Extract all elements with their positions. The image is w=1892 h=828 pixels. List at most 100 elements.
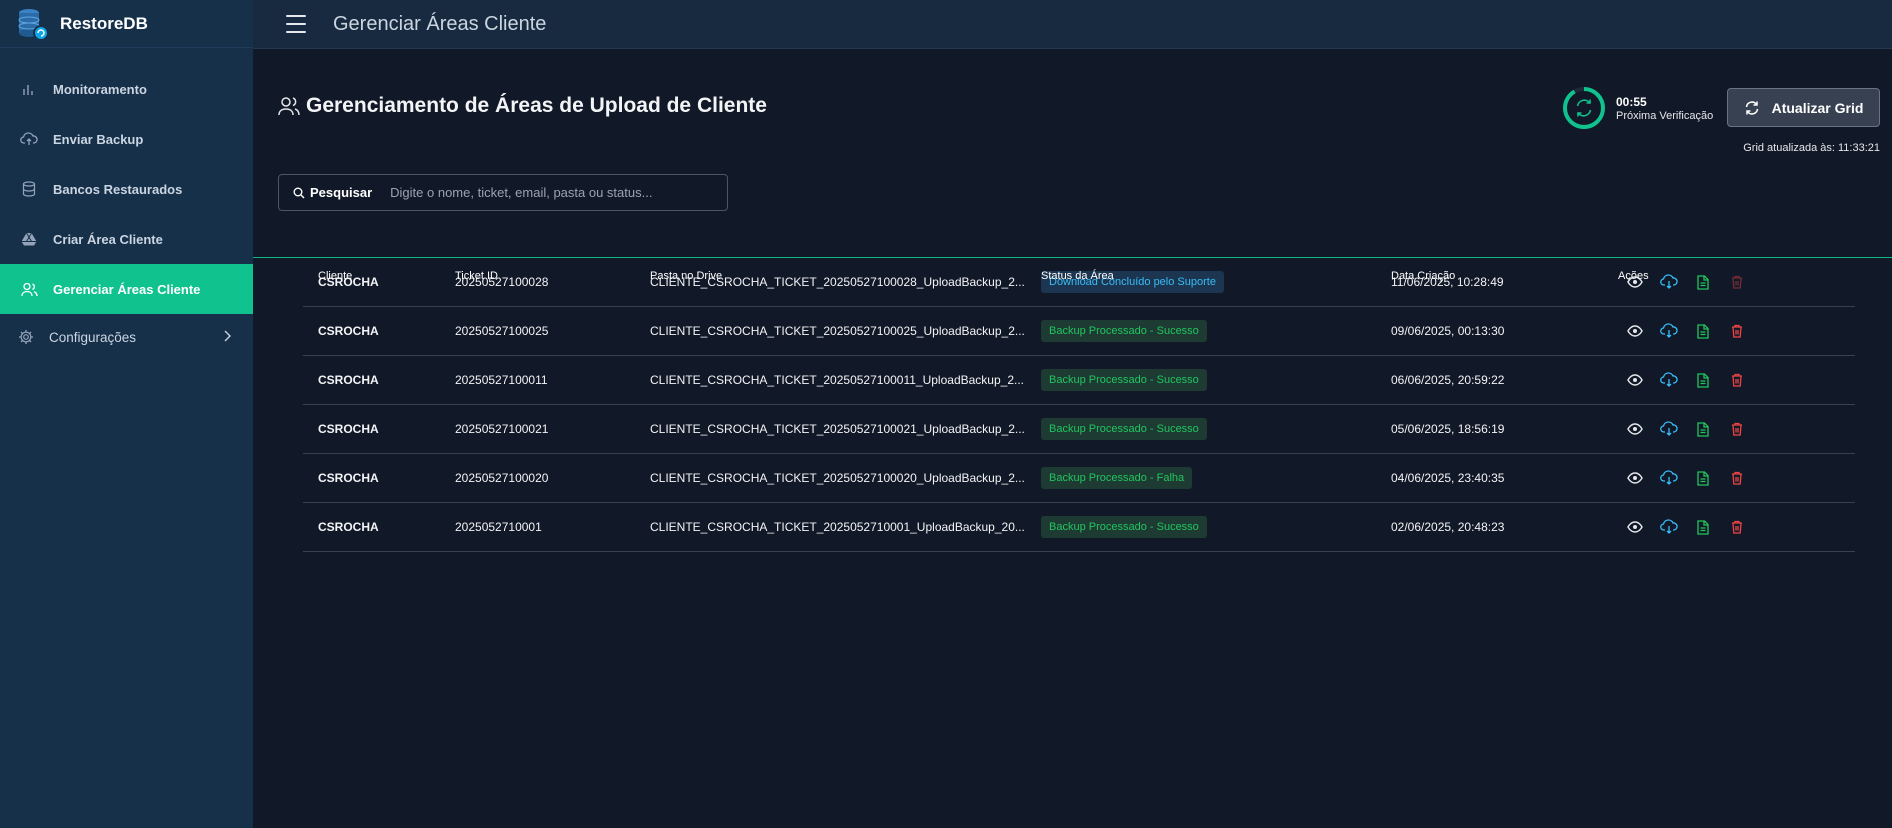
cloud-download-icon[interactable]: [1659, 517, 1679, 537]
file-log-icon[interactable]: [1693, 370, 1713, 390]
view-icon[interactable]: [1625, 419, 1645, 439]
cell-client: CSROCHA: [318, 471, 379, 485]
search-input[interactable]: [390, 185, 727, 200]
brand[interactable]: RestoreDB: [0, 0, 253, 48]
cell-folder: CLIENTE_CSROCHA_TICKET_20250527100028_Up…: [650, 275, 1025, 289]
users-icon: [278, 96, 300, 116]
view-icon[interactable]: [1625, 321, 1645, 341]
grid-updated-text: Grid atualizada às: 11:33:21: [1743, 142, 1880, 154]
cell-ticket: 20250527100020: [455, 471, 549, 485]
header-date[interactable]: Data Criação: [1391, 270, 1455, 282]
menu-toggle-icon[interactable]: [286, 15, 306, 33]
header-status[interactable]: Status da Área: [1041, 270, 1114, 282]
cloud-upload-icon: [20, 130, 38, 148]
sidebar: RestoreDB Monitoramento Enviar Backup Ba…: [0, 0, 253, 828]
row-actions: [1625, 356, 1761, 404]
row-actions: [1625, 307, 1761, 355]
row-actions: [1625, 405, 1761, 453]
view-icon[interactable]: [1625, 370, 1645, 390]
cell-client: CSROCHA: [318, 422, 379, 436]
table-row: CSROCHA 20250527100020 CLIENTE_CSROCHA_T…: [303, 454, 1855, 503]
delete-icon[interactable]: [1727, 370, 1747, 390]
users-icon: [20, 280, 38, 298]
refresh-timer: 00:55 Próxima Verificação: [1562, 86, 1713, 130]
header-client[interactable]: Cliente: [318, 270, 352, 282]
timer-label: Próxima Verificação: [1616, 109, 1714, 122]
delete-icon[interactable]: [1727, 419, 1747, 439]
cell-date: 02/06/2025, 20:48:23: [1391, 520, 1505, 534]
sidebar-item-configuracoes[interactable]: Configurações: [0, 314, 253, 360]
refresh-grid-label: Atualizar Grid: [1771, 99, 1864, 116]
search-label: Pesquisar: [310, 185, 373, 200]
delete-icon[interactable]: [1727, 517, 1747, 537]
cell-ticket: 20250527100028: [455, 275, 549, 289]
search-icon: [293, 187, 305, 199]
cloud-download-icon[interactable]: [1659, 321, 1679, 341]
header-folder[interactable]: Pasta no Drive: [650, 270, 722, 282]
cell-folder: CLIENTE_CSROCHA_TICKET_20250527100011_Up…: [650, 373, 1024, 387]
client-areas-table: CSROCHA 20250527100028 CLIENTE_CSROCHA_T…: [303, 258, 1855, 552]
file-log-icon[interactable]: [1693, 321, 1713, 341]
gear-icon: [17, 328, 35, 346]
table-row: CSROCHA 20250527100021 CLIENTE_CSROCHA_T…: [303, 405, 1855, 454]
file-log-icon[interactable]: [1693, 468, 1713, 488]
table-row: CSROCHA 2025052710001 CLIENTE_CSROCHA_TI…: [303, 503, 1855, 552]
file-log-icon[interactable]: [1693, 517, 1713, 537]
cell-client: CSROCHA: [318, 373, 379, 387]
cell-folder: CLIENTE_CSROCHA_TICKET_20250527100021_Up…: [650, 422, 1025, 436]
delete-icon[interactable]: [1727, 321, 1747, 341]
table-header: Cliente Ticket ID Pasta no Drive Status …: [303, 270, 1855, 282]
status-badge: Backup Processado - Sucesso: [1041, 320, 1207, 342]
sidebar-item-label: Bancos Restaurados: [53, 181, 183, 197]
chevron-right-icon: [223, 330, 231, 345]
topbar: Gerenciar Áreas Cliente: [253, 0, 1892, 49]
cloud-download-icon[interactable]: [1659, 419, 1679, 439]
sidebar-item-gerenciar-areas-cliente[interactable]: Gerenciar Áreas Cliente: [0, 264, 253, 314]
google-drive-icon: [20, 230, 38, 248]
view-icon[interactable]: [1625, 468, 1645, 488]
sidebar-item-criar-area-cliente[interactable]: Criar Área Cliente: [0, 214, 253, 264]
row-actions: [1625, 454, 1761, 502]
header-actions: Ações: [1618, 270, 1649, 282]
bar-chart-icon: [20, 80, 38, 98]
cell-date: 06/06/2025, 20:59:22: [1391, 373, 1505, 387]
cloud-download-icon[interactable]: [1659, 370, 1679, 390]
cell-client: CSROCHA: [318, 324, 379, 338]
status-badge: Backup Processado - Falha: [1041, 467, 1193, 489]
sidebar-item-label: Criar Área Cliente: [53, 231, 163, 247]
topbar-title: Gerenciar Áreas Cliente: [333, 12, 547, 35]
app-name: RestoreDB: [60, 13, 148, 33]
restoredb-logo-icon: [12, 5, 50, 43]
cell-client: CSROCHA: [318, 520, 379, 534]
cell-folder: CLIENTE_CSROCHA_TICKET_20250527100025_Up…: [650, 324, 1025, 338]
sidebar-item-label: Monitoramento: [53, 81, 147, 97]
row-actions: [1625, 258, 1761, 306]
cell-folder: CLIENTE_CSROCHA_TICKET_2025052710001_Upl…: [650, 520, 1025, 534]
delete-icon[interactable]: [1727, 468, 1747, 488]
cloud-download-icon[interactable]: [1659, 468, 1679, 488]
page-title-text: Gerenciamento de Áreas de Upload de Clie…: [306, 94, 767, 117]
sidebar-item-label: Gerenciar Áreas Cliente: [53, 281, 201, 297]
countdown-ring-icon: [1562, 86, 1606, 130]
status-badge: Backup Processado - Sucesso: [1041, 516, 1207, 538]
database-icon: [20, 180, 38, 198]
status-badge: Backup Processado - Sucesso: [1041, 369, 1207, 391]
sidebar-item-label: Enviar Backup: [53, 131, 144, 147]
sidebar-item-enviar-backup[interactable]: Enviar Backup: [0, 114, 253, 164]
cell-date: 05/06/2025, 18:56:19: [1391, 422, 1505, 436]
sidebar-nav: Monitoramento Enviar Backup Bancos Resta…: [0, 64, 253, 360]
file-log-icon[interactable]: [1693, 419, 1713, 439]
sidebar-item-bancos-restaurados[interactable]: Bancos Restaurados: [0, 164, 253, 214]
table-row: CSROCHA 20250527100025 CLIENTE_CSROCHA_T…: [303, 307, 1855, 356]
cell-folder: CLIENTE_CSROCHA_TICKET_20250527100020_Up…: [650, 471, 1025, 485]
page-title: Gerenciamento de Áreas de Upload de Clie…: [278, 94, 767, 118]
search-bar: Pesquisar: [278, 174, 728, 211]
cell-ticket: 20250527100011: [455, 373, 548, 387]
header-ticket[interactable]: Ticket ID: [455, 270, 498, 282]
sidebar-item-monitoramento[interactable]: Monitoramento: [0, 64, 253, 114]
sidebar-item-label: Configurações: [49, 329, 137, 345]
cell-ticket: 20250527100025: [455, 324, 549, 338]
refresh-grid-button[interactable]: Atualizar Grid: [1727, 88, 1880, 127]
row-actions: [1625, 503, 1761, 551]
view-icon[interactable]: [1625, 517, 1645, 537]
